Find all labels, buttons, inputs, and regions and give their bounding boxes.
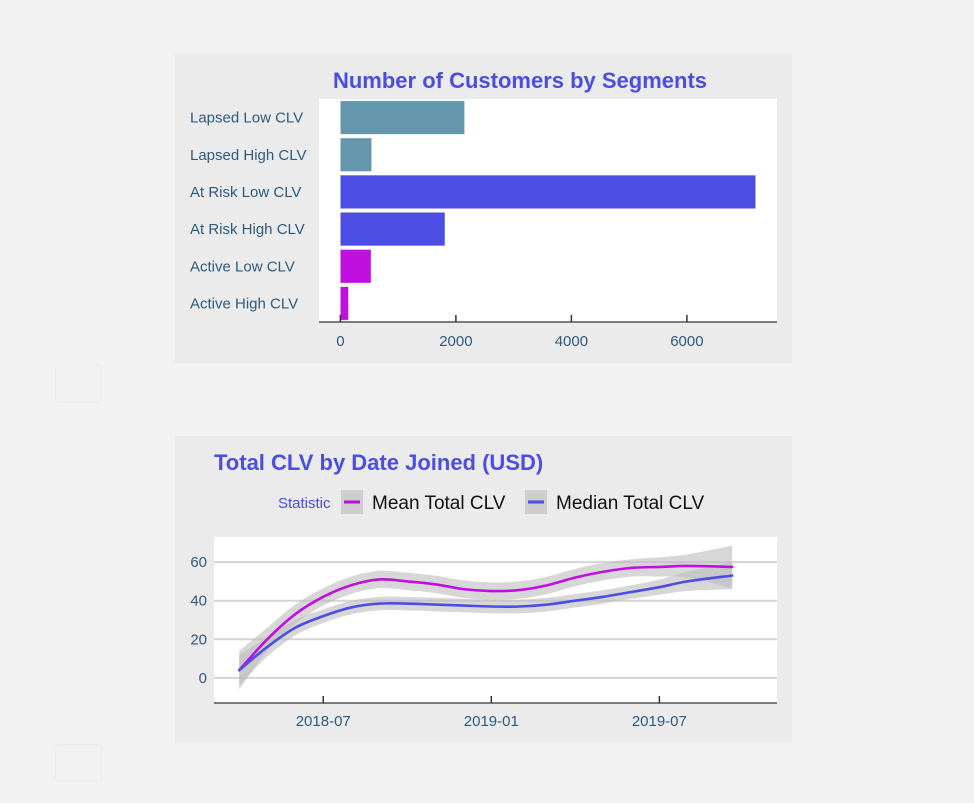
x-tick-label: 6000 (670, 333, 703, 350)
chart-title: Number of Customers by Segments (333, 68, 707, 93)
bar-at-risk-high-clv (340, 212, 446, 247)
clv-line-chart: Total CLV by Date Joined (USD) Statistic… (190, 450, 777, 730)
chart-title: Total CLV by Date Joined (USD) (214, 450, 543, 475)
legend-label-mean: Mean Total CLV (372, 493, 506, 514)
bar-active-high-clv (340, 286, 349, 321)
y-tick-label: 0 (199, 670, 207, 687)
y-tick-label: At Risk High CLV (190, 221, 305, 238)
bar-at-risk-low-clv (340, 174, 756, 209)
x-tick-label: 2019-01 (464, 713, 519, 730)
bar-active-low-clv (340, 249, 372, 284)
x-tick-label: 0 (336, 333, 344, 350)
segments-bar-chart: Number of Customers by Segments Lapsed L… (190, 68, 777, 350)
y-tick-label: Lapsed Low CLV (190, 110, 303, 127)
x-tick-label: 4000 (555, 333, 588, 350)
bar-lapsed-high-clv (340, 137, 372, 172)
y-tick-label: Lapsed High CLV (190, 147, 306, 164)
y-tick-label: 60 (190, 554, 207, 571)
ghost-button-2 (55, 744, 102, 782)
y-tick-label: 40 (190, 593, 207, 610)
x-tick-label: 2019-07 (632, 713, 687, 730)
clv-line-chart-panel: Total CLV by Date Joined (USD) Statistic… (175, 436, 792, 743)
y-tick-label: Active High CLV (190, 295, 298, 312)
legend: Statistic Mean Total CLV Median Total CL… (278, 490, 705, 514)
x-tick-label: 2000 (439, 333, 472, 350)
y-tick-label: 20 (190, 631, 207, 648)
bar-lapsed-low-clv (340, 100, 465, 135)
x-tick-label: 2018-07 (296, 713, 351, 730)
segments-chart-panel: Number of Customers by Segments Lapsed L… (175, 54, 792, 363)
legend-label-median: Median Total CLV (556, 493, 705, 514)
y-tick-label: Active Low CLV (190, 258, 295, 275)
ghost-button-1 (55, 364, 102, 403)
legend-title: Statistic (278, 495, 331, 512)
y-tick-label: At Risk Low CLV (190, 184, 301, 201)
